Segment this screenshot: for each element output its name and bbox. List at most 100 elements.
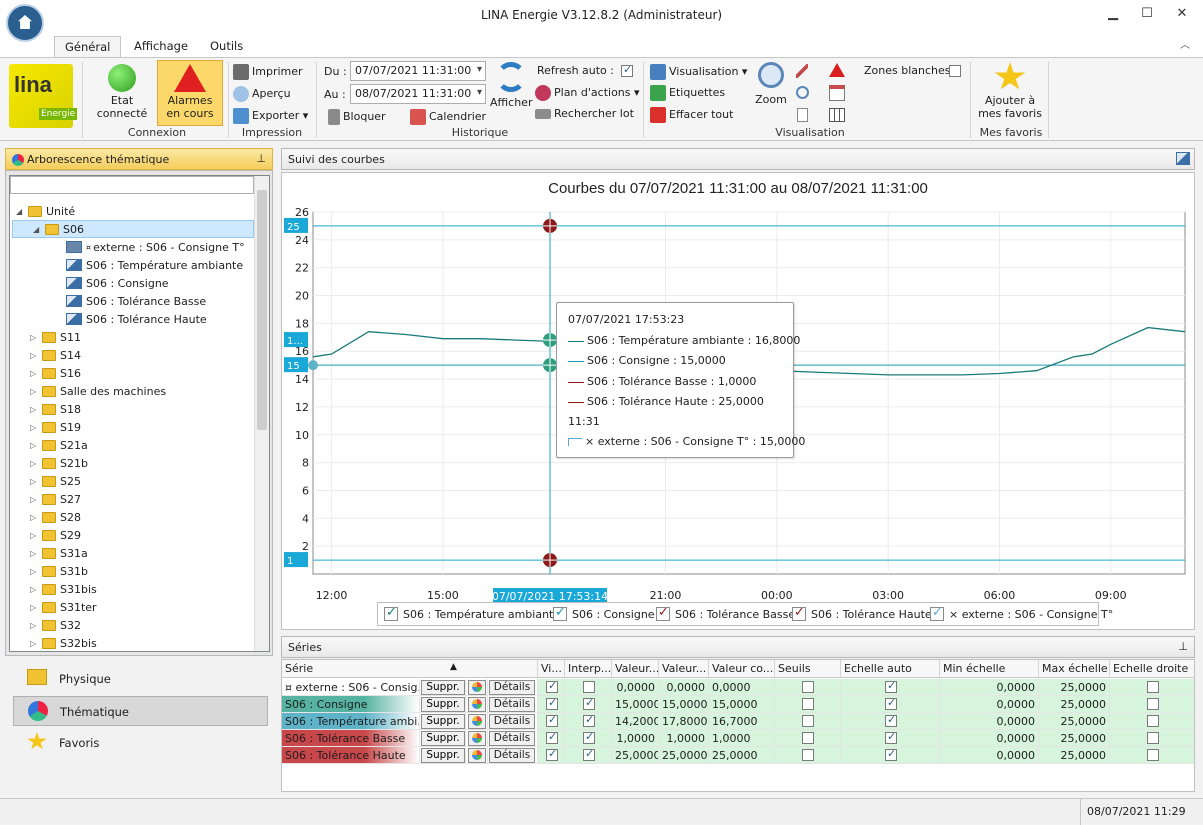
tree-node-folder[interactable]: ▷ S14: [30, 346, 81, 364]
value-cell[interactable]: 0,0000: [612, 679, 659, 696]
suppr-button[interactable]: Suppr.: [421, 714, 465, 729]
etat-connecte-button[interactable]: Etat connecté: [92, 62, 152, 124]
tree-node-folder[interactable]: ▷ S31a: [30, 544, 88, 562]
expand-icon[interactable]: ▷: [30, 405, 42, 414]
expand-icon[interactable]: ▷: [30, 423, 42, 432]
details-cell[interactable]: Détails: [488, 747, 538, 764]
grid-checkbox[interactable]: [885, 747, 897, 761]
details-button[interactable]: Détails: [489, 714, 535, 729]
value-cell[interactable]: 25,0000: [1039, 747, 1110, 764]
grid-checkbox[interactable]: [885, 696, 897, 710]
value-cell[interactable]: 0,0000: [940, 713, 1039, 730]
grid-checkbox[interactable]: [1147, 681, 1159, 693]
cb-seuil-cell[interactable]: [775, 713, 841, 730]
legend-checkbox[interactable]: [930, 605, 944, 621]
maximize-icon[interactable]: ☐: [1136, 6, 1158, 24]
grid-header-cell[interactable]: Valeur co...: [709, 660, 775, 678]
app-home-icon[interactable]: [6, 4, 44, 42]
suppr-button[interactable]: Suppr.: [421, 748, 465, 763]
expand-icon[interactable]: ▷: [30, 621, 42, 630]
legend-item[interactable]: S06 : Température ambiante: [384, 605, 560, 621]
value-cell[interactable]: 25,0000: [1039, 696, 1110, 713]
legend-item[interactable]: S06 : Tolérance Basse: [656, 605, 795, 621]
tab-outils[interactable]: Outils: [200, 36, 253, 58]
value-cell[interactable]: 0,0000: [940, 696, 1039, 713]
grid-header-cell[interactable]: Valeur...: [659, 660, 709, 678]
expand-icon[interactable]: ▷: [30, 603, 42, 612]
minimize-icon[interactable]: ▁: [1102, 6, 1124, 24]
suppr-cell[interactable]: Suppr.: [420, 679, 466, 696]
nav-favoris[interactable]: Favoris: [13, 728, 268, 758]
imprimer-button[interactable]: Imprimer: [233, 64, 303, 80]
cb-v-cell[interactable]: [538, 679, 565, 696]
suppr-button[interactable]: Suppr.: [421, 680, 465, 695]
grid-header-cell[interactable]: Echelle auto: [841, 660, 940, 678]
cb-auto-cell[interactable]: [841, 696, 940, 713]
legend-checkbox[interactable]: [656, 605, 670, 621]
value-cell[interactable]: 0,0000: [659, 679, 709, 696]
visualisation-button[interactable]: Visualisation ▾: [650, 64, 747, 80]
tree-node-folder[interactable]: ▷ S31b: [30, 562, 88, 580]
tree-leaf[interactable]: S06 : Consigne: [66, 274, 169, 292]
value-cell[interactable]: 25,0000: [1039, 713, 1110, 730]
expand-icon[interactable]: ▷: [30, 441, 42, 450]
cb-droite-cell[interactable]: [1110, 730, 1194, 747]
tree-node-folder[interactable]: ▷ S18: [30, 400, 81, 418]
expand-icon[interactable]: ▷: [30, 531, 42, 540]
legend-checkbox[interactable]: [792, 605, 806, 621]
grid-checkbox[interactable]: [802, 681, 814, 693]
color-palette-icon[interactable]: [468, 731, 486, 746]
value-cell[interactable]: 25,0000: [1039, 679, 1110, 696]
zones-blanches-checkbox[interactable]: [949, 65, 961, 77]
series-name-cell[interactable]: S06 : Consigne: [282, 696, 420, 713]
cb-i-cell[interactable]: [565, 713, 612, 730]
grid-checkbox[interactable]: [1147, 732, 1159, 744]
cb-v-cell[interactable]: [538, 713, 565, 730]
sort-asc-icon[interactable]: ▲: [450, 662, 457, 672]
cb-i-cell[interactable]: [565, 730, 612, 747]
value-cell[interactable]: 25,0000: [1039, 730, 1110, 747]
grid-checkbox[interactable]: [546, 713, 558, 727]
value-cell[interactable]: 0,0000: [940, 679, 1039, 696]
tree-scroll-thumb[interactable]: [257, 190, 267, 430]
tree-scrollbar[interactable]: [254, 176, 269, 651]
details-cell[interactable]: Détails: [488, 679, 538, 696]
series-name-cell[interactable]: S06 : Température ambi...: [282, 713, 420, 730]
cb-droite-cell[interactable]: [1110, 713, 1194, 730]
tab-general[interactable]: Général: [54, 36, 122, 58]
grid-header-cell[interactable]: Série: [282, 660, 538, 678]
table-row[interactable]: S06 : ConsigneSuppr.Détails15,000015,000…: [282, 696, 1194, 713]
tree-node-folder[interactable]: ▷ S27: [30, 490, 81, 508]
effacer-tout-button[interactable]: Effacer tout: [650, 107, 733, 123]
expand-icon[interactable]: ▷: [30, 477, 42, 486]
value-cell[interactable]: 15,0000: [659, 696, 709, 713]
grid-checkbox[interactable]: [1147, 715, 1159, 727]
value-cell[interactable]: 1,0000: [612, 730, 659, 747]
value-cell[interactable]: 17,8000: [659, 713, 709, 730]
chart-options-icon[interactable]: [1176, 152, 1190, 165]
alarmes-en-cours-button[interactable]: Alarmes en cours: [157, 60, 223, 126]
expand-icon[interactable]: ▷: [30, 387, 42, 396]
grid-header-cell[interactable]: Echelle droite: [1110, 660, 1194, 678]
cb-auto-cell[interactable]: [841, 713, 940, 730]
details-button[interactable]: Détails: [489, 697, 535, 712]
cb-i-cell[interactable]: [565, 747, 612, 764]
value-cell[interactable]: 25,0000: [612, 747, 659, 764]
document-icon[interactable]: [797, 108, 808, 122]
grid-header-cell[interactable]: Valeur...: [612, 660, 659, 678]
suppr-cell[interactable]: Suppr.: [420, 747, 466, 764]
tree-node-folder[interactable]: ▷ S25: [30, 472, 81, 490]
suppr-button[interactable]: Suppr.: [421, 697, 465, 712]
tree-node-root[interactable]: ◢ Unité: [16, 202, 75, 220]
apercu-button[interactable]: Aperçu: [233, 86, 291, 102]
table-row[interactable]: S06 : Tolérance BasseSuppr. Détails 1,0000…: [282, 730, 1194, 747]
tree-filter-input[interactable]: [10, 176, 254, 194]
grid-checkbox[interactable]: [885, 713, 897, 727]
grid-checkbox[interactable]: [802, 732, 814, 744]
suppr-cell[interactable]: Suppr.: [420, 730, 466, 747]
grid-header-cell[interactable]: Interp...: [565, 660, 612, 678]
legend-item[interactable]: S06 : Tolérance Haute: [792, 605, 932, 621]
tree-node-folder[interactable]: ▷ S32bis: [30, 634, 97, 651]
tree-node-folder[interactable]: ▷ S19: [30, 418, 81, 436]
close-icon[interactable]: ✕: [1171, 6, 1193, 24]
